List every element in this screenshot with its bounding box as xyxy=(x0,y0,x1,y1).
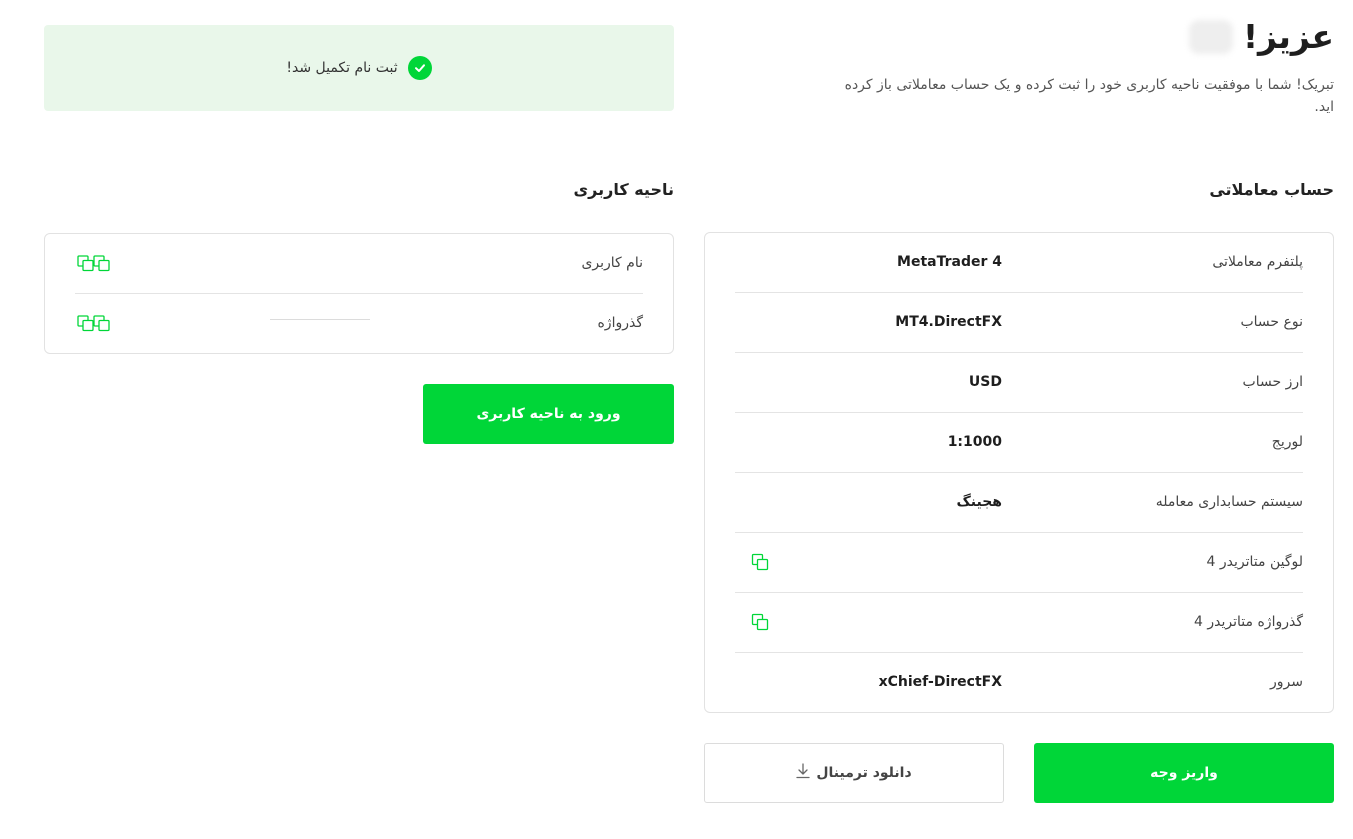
account-row-currency: ارز حساب USD xyxy=(735,353,1303,413)
account-row-platform: پلتفرم معاملاتی MetaTrader 4 xyxy=(735,233,1303,293)
row-label: نام کاربری xyxy=(581,255,643,271)
row-label: لوریج xyxy=(1271,434,1303,450)
copy-icon[interactable] xyxy=(77,314,111,336)
account-section-title: حساب معاملاتی xyxy=(1209,180,1334,199)
account-row-mt4-password: گذرواژه متاتریدر 4 xyxy=(735,593,1303,653)
row-value: 1:1000 xyxy=(947,434,1002,450)
account-row-accounting-system: سیستم حسابداری معامله هجینگ xyxy=(735,473,1303,533)
row-value: هجینگ xyxy=(956,494,1002,510)
congrats-message: تبریک! شما با موفقیت ناحیه کاربری خود را… xyxy=(844,77,1334,115)
check-circle-icon xyxy=(407,56,432,80)
account-row-leverage: لوریج 1:1000 xyxy=(735,413,1303,473)
user-area-title: ناحیه کاربری xyxy=(573,180,675,199)
row-label: گذرواژه xyxy=(597,315,643,331)
copy-icon[interactable] xyxy=(751,613,769,635)
copy-icon[interactable] xyxy=(77,254,111,276)
row-value: USD xyxy=(968,374,1002,390)
masked-password xyxy=(270,319,370,320)
row-label: سیستم حسابداری معامله xyxy=(1155,494,1303,510)
row-label: ارز حساب xyxy=(1242,374,1303,390)
row-value: xChief-DirectFX xyxy=(878,674,1002,690)
account-row-server: سرور xChief-DirectFX xyxy=(735,653,1303,713)
greeting-title: عزیز! xyxy=(1242,17,1334,56)
row-label: نوع حساب xyxy=(1240,314,1303,330)
user-row-password: گذرواژه xyxy=(75,294,643,354)
user-area-card: نام کاربری گذرواژه xyxy=(44,233,674,354)
download-terminal-button[interactable]: دانلود ترمینال xyxy=(704,743,1004,803)
account-details-card: پلتفرم معاملاتی MetaTrader 4 نوع حساب MT… xyxy=(704,232,1334,713)
blurred-user-name xyxy=(1188,20,1233,54)
row-label: لوگین متاتریدر 4 xyxy=(1206,554,1303,570)
copy-icon[interactable] xyxy=(751,553,769,575)
success-banner: ثبت نام تکمیل شد! xyxy=(44,25,674,111)
download-terminal-label: دانلود ترمینال xyxy=(816,765,912,781)
row-value: MetaTrader 4 xyxy=(897,254,1002,270)
user-row-username: نام کاربری xyxy=(75,234,643,294)
account-row-mt4-login: لوگین متاتریدر 4 xyxy=(735,533,1303,593)
success-text: ثبت نام تکمیل شد! xyxy=(286,60,398,76)
download-icon xyxy=(796,763,811,783)
row-label: سرور xyxy=(1270,674,1303,690)
row-label: گذرواژه متاتریدر 4 xyxy=(1194,614,1303,630)
greeting: عزیز! xyxy=(1188,14,1334,60)
row-label: پلتفرم معاملاتی xyxy=(1212,254,1303,270)
login-user-area-button[interactable]: ورود به ناحیه کاربری xyxy=(423,384,674,444)
account-row-type: نوع حساب MT4.DirectFX xyxy=(735,293,1303,353)
row-value: MT4.DirectFX xyxy=(895,314,1002,330)
deposit-button[interactable]: واریز وجه xyxy=(1034,743,1334,803)
